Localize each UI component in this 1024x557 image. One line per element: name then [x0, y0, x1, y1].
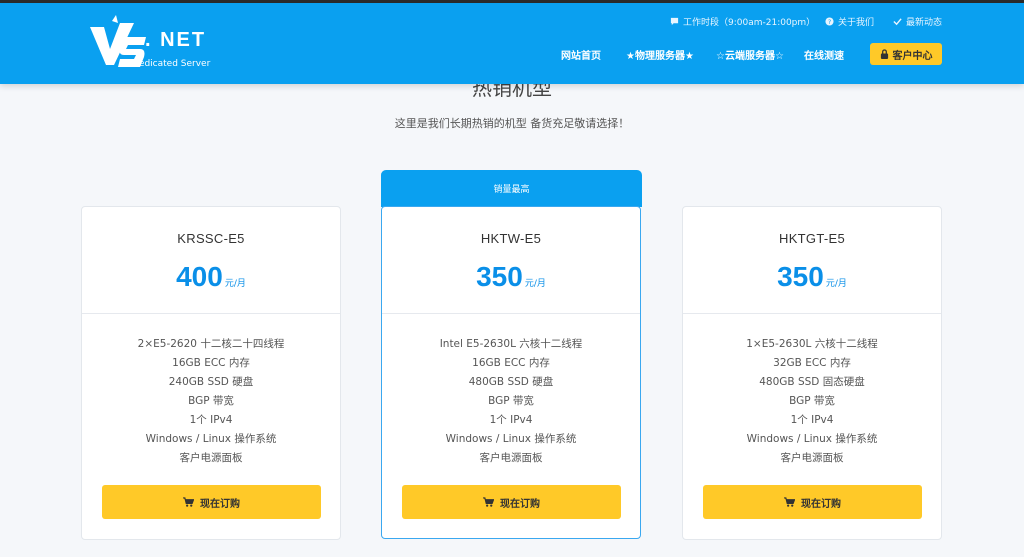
plan-card: HKTGT-E5 350 元/月 1×E5-2630L 六核十二线程 32GB E…: [682, 206, 942, 540]
price-value: 350: [476, 261, 523, 292]
client-center-label: 客户中心: [892, 50, 933, 62]
nav-home[interactable]: 网站首页: [561, 47, 601, 62]
plan-name: HKTGT-E5: [779, 231, 845, 246]
price-unit: 元/月: [524, 279, 546, 289]
nav-cloud-servers[interactable]: ☆云端服务器☆: [716, 47, 784, 62]
question-icon: ?: [825, 17, 834, 26]
spec-item: 客户电源面板: [179, 452, 243, 464]
chat-icon: [670, 17, 679, 26]
spec-list: 2×E5-2620 十二核二十四线程 16GB ECC 内存 240GB SSD…: [82, 335, 340, 468]
spec-item: 240GB SSD 硬盘: [168, 376, 254, 388]
cart-icon: [483, 497, 494, 507]
order-button-label: 现在订购: [200, 498, 240, 510]
price-unit: 元/月: [224, 279, 246, 289]
plan-price: 400 元/月: [82, 261, 340, 293]
logo-net-text: . NET: [145, 29, 207, 51]
spec-item: BGP 带宽: [188, 395, 234, 407]
spec-item: Windows / Linux 操作系统: [445, 433, 577, 445]
nav-physical-servers[interactable]: ★物理服务器★: [626, 47, 694, 62]
plan-card-featured: HKTW-E5 350 元/月 Intel E5-2630L 六核十二线程 16G…: [381, 206, 641, 539]
spec-item: 16GB ECC 内存: [172, 357, 250, 369]
spec-item: 480GB SSD 硬盘: [468, 376, 554, 388]
cart-icon: [183, 497, 194, 507]
section-subtitle: 这里是我们长期热销的机型 备货充足敬请选择！: [394, 117, 630, 130]
site-header: . NET Dedicated Server 工作时段（9:00am-21:00…: [0, 3, 1024, 84]
spec-item: BGP 带宽: [488, 395, 534, 407]
about-link-label: 关于我们: [838, 18, 875, 28]
spec-item: 2×E5-2620 十二核二十四线程: [137, 338, 285, 350]
card-divider: [82, 313, 340, 314]
spec-list: Intel E5-2630L 六核十二线程 16GB ECC 内存 480GB …: [382, 335, 640, 468]
plan-price: 350 元/月: [683, 261, 941, 293]
news-link-label: 最新动态: [906, 18, 943, 28]
work-hours-text: 工作时段（9:00am-21:00pm）: [683, 18, 816, 28]
order-button-label: 现在订购: [500, 498, 540, 510]
spec-item: BGP 带宽: [789, 395, 835, 407]
lock-icon: [880, 49, 888, 59]
price-value: 400: [176, 261, 223, 292]
spec-item: 480GB SSD 固态硬盘: [759, 376, 865, 388]
spec-item: 客户电源面板: [479, 452, 543, 464]
order-button[interactable]: 现在订购: [402, 485, 621, 519]
news-link[interactable]: 最新动态: [893, 15, 942, 28]
featured-badge: 销量最高: [381, 170, 642, 207]
plan-card: KRSSC-E5 400 元/月 2×E5-2620 十二核二十四线程 16GB …: [81, 206, 341, 540]
spec-item: Windows / Linux 操作系统: [145, 433, 277, 445]
plan-name: KRSSC-E5: [177, 231, 245, 246]
spec-item: Intel E5-2630L 六核十二线程: [439, 338, 583, 350]
svg-text:?: ?: [828, 19, 831, 26]
work-hours: 工作时段（9:00am-21:00pm）: [670, 15, 815, 28]
spec-item: 1个 IPv4: [790, 414, 834, 426]
spec-item: 1×E5-2630L 六核十二线程: [746, 338, 878, 350]
nav-speedtest[interactable]: 在线测速: [804, 47, 844, 62]
card-divider: [683, 313, 941, 314]
price-value: 350: [777, 261, 824, 292]
order-button[interactable]: 现在订购: [703, 485, 922, 519]
spec-item: 客户电源面板: [780, 452, 844, 464]
cart-icon: [784, 497, 795, 507]
price-unit: 元/月: [825, 279, 847, 289]
spec-list: 1×E5-2630L 六核十二线程 32GB ECC 内存 480GB SSD …: [683, 335, 941, 468]
order-button[interactable]: 现在订购: [102, 485, 321, 519]
client-center-button[interactable]: 客户中心: [870, 43, 942, 65]
about-link[interactable]: ? 关于我们: [825, 15, 874, 28]
spec-item: 1个 IPv4: [189, 414, 233, 426]
logo-subtitle: Dedicated Server: [132, 59, 211, 69]
spec-item: 16GB ECC 内存: [472, 357, 550, 369]
spec-item: 32GB ECC 内存: [773, 357, 851, 369]
order-button-label: 现在订购: [801, 498, 841, 510]
plan-price: 350 元/月: [382, 261, 640, 293]
card-divider: [382, 313, 640, 314]
spec-item: Windows / Linux 操作系统: [746, 433, 878, 445]
plan-name: HKTW-E5: [480, 231, 542, 246]
check-icon: [893, 18, 902, 26]
spec-item: 1个 IPv4: [489, 414, 533, 426]
